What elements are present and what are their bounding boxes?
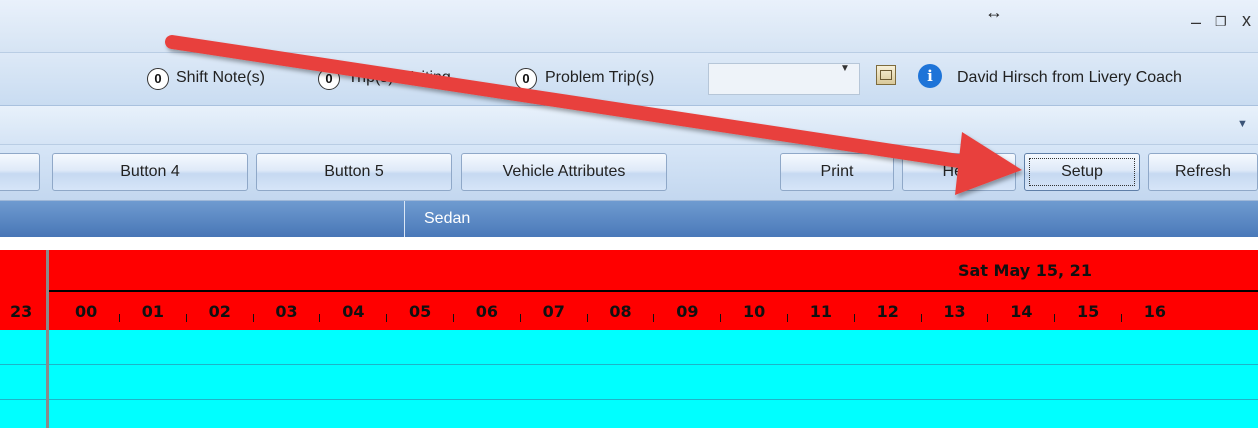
timeline-tick [1054,314,1056,322]
problem-trips-count-badge[interactable]: 0 [515,68,537,90]
button-4[interactable]: Button 4 [52,153,248,191]
setup-button[interactable]: Setup [1024,153,1140,191]
timeline-hour: 09 [676,302,699,321]
button-3[interactable] [0,153,40,191]
timeline-tick [720,314,722,322]
filter-combo[interactable] [708,63,860,95]
info-icon[interactable]: i [918,64,942,88]
timeline-tick [519,314,521,322]
timeline-tick [252,314,254,322]
timeline-hour: 10 [743,302,766,321]
timeline-hour: 08 [609,302,632,321]
timeline-hour: 12 [876,302,899,321]
print-button[interactable]: Print [780,153,894,191]
timeline-date: Sat May 15, 21 [958,261,1092,280]
timeline-hour: 04 [342,302,365,321]
status-bar: 0 Shift Note(s) 0 Trip(s) Waiting 0 Prob… [0,53,1258,106]
timeline-divider [49,290,1258,292]
close-button[interactable]: x [1242,10,1258,31]
timeline-tick [987,314,989,322]
user-label: David Hirsch from Livery Coach [957,69,1182,86]
ribbon-bar: ▼ [0,106,1258,145]
timeline-tick [453,314,454,322]
timeline-tick [853,314,855,322]
ribbon-collapse-icon[interactable]: ▼ [1237,118,1248,130]
vehicle-group-header: Sedan [0,201,1258,237]
timeline-tick [1121,314,1122,322]
calendar-icon[interactable] [876,65,896,85]
restore-button[interactable]: ❐ [1215,14,1227,30]
timeline-hour: 15 [1077,302,1100,321]
button-5[interactable]: Button 5 [256,153,452,191]
timeline-header: Sat May 15, 21 23 00 01 02 03 04 05 06 07 08 09 10… [0,250,1258,330]
timeline-hour: 07 [542,302,565,321]
shift-notes-count-badge[interactable]: 0 [147,68,169,90]
vehicle-group-label[interactable]: Sedan [424,210,470,228]
trips-waiting-label[interactable]: Trip(s) Waiting [348,69,451,87]
timeline-hour: 06 [475,302,499,321]
chevron-down-icon[interactable]: ▼ [840,63,850,74]
timeline-hour: 03 [275,302,298,321]
timeline-tick [319,314,321,322]
timeline-tick [586,314,588,322]
minimize-button[interactable]: – [1191,12,1205,32]
title-bar: ↔ – ❐ x [0,0,1258,53]
group-header-left-section [0,201,405,237]
timeline-hour: 01 [141,302,165,321]
resize-cursor-icon: ↔ [985,2,1003,22]
timeline-tick [787,314,788,322]
timeline-hour: 02 [208,302,231,321]
timeline-hour: 14 [1010,302,1033,321]
focus-rectangle [1029,158,1135,186]
help-button[interactable]: Help [902,153,1016,191]
toolbar: Button 4 Button 5 Vehicle Attributes Pri… [0,145,1258,201]
timeline-tick [653,314,655,322]
timeline-hour: 13 [943,302,966,321]
timeline-tick [386,314,388,322]
schedule-grid[interactable] [0,330,1258,428]
vehicle-attributes-button[interactable]: Vehicle Attributes [461,153,667,191]
timeline-tick [920,314,922,322]
timeline-hour: 11 [809,302,833,321]
timeline-hour: 00 [75,302,98,321]
trips-waiting-count-badge[interactable]: 0 [318,68,340,90]
row-header-separator[interactable] [46,250,49,428]
grid-row-line [0,364,1258,365]
grid-row-line [0,399,1258,400]
problem-trips-label[interactable]: Problem Trip(s) [545,69,654,87]
shift-notes-label[interactable]: Shift Note(s) [176,69,265,87]
timeline-hour-prev: 23 [10,302,33,321]
timeline-hour: 05 [409,302,432,321]
refresh-button[interactable]: Refresh [1148,153,1258,191]
timeline-tick [119,314,120,322]
timeline-hour: 16 [1143,302,1167,321]
timeline-tick [185,314,187,322]
